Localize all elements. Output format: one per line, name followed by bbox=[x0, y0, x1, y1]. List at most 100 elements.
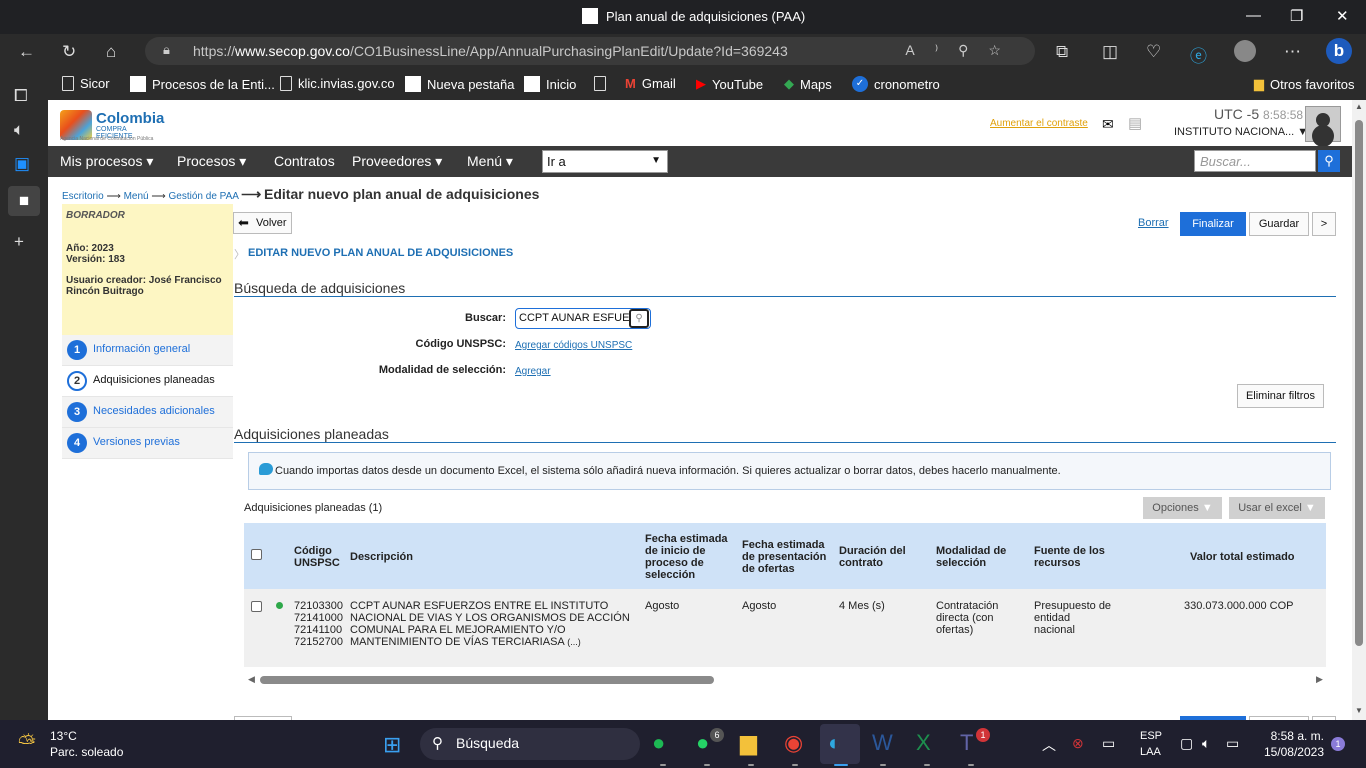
col-source[interactable]: Fuente de los recursos bbox=[1034, 545, 1114, 569]
read-aloud-icon[interactable]: 🔈︎ bbox=[14, 120, 24, 140]
close-icon[interactable]: ✕ bbox=[1336, 7, 1349, 25]
notification-badge[interactable]: 1 bbox=[1331, 737, 1345, 751]
fav-youtube[interactable]: ▶ YouTube bbox=[696, 76, 763, 92]
language-indicator[interactable]: ESP bbox=[1140, 730, 1162, 742]
save-button[interactable]: Guardar bbox=[1249, 212, 1309, 236]
volume-icon[interactable]: 🔈︎ bbox=[1202, 735, 1210, 752]
finish-button[interactable]: Finalizar bbox=[1180, 212, 1246, 236]
menu-contratos[interactable]: Contratos bbox=[274, 153, 335, 169]
delete-link[interactable]: Borrar bbox=[1138, 217, 1169, 229]
fav-gmail[interactable]: M Gmail bbox=[625, 76, 676, 91]
network-icon[interactable]: ▢ bbox=[1180, 735, 1193, 752]
fav-otros[interactable]: ▆ Otros favoritos bbox=[1254, 76, 1355, 92]
back-icon[interactable]: ← bbox=[18, 42, 35, 62]
fav-sicor[interactable]: Sicor bbox=[62, 76, 110, 91]
language-layout[interactable]: LAA bbox=[1140, 746, 1161, 758]
menu-procesos[interactable]: Procesos ▾ bbox=[177, 153, 246, 170]
weather-icon[interactable]: ⛅︎ bbox=[18, 730, 36, 756]
crumb-gestion-paa[interactable]: Gestión de PAA bbox=[169, 191, 239, 202]
back-button[interactable]: ⬅ Volver bbox=[233, 212, 292, 234]
avatar[interactable] bbox=[1305, 106, 1341, 142]
profile-icon[interactable] bbox=[1234, 40, 1256, 62]
menu-proveedores[interactable]: Proveedores ▾ bbox=[352, 153, 442, 170]
fav-klic[interactable]: klic.invias.gov.co bbox=[280, 76, 395, 91]
keyboard-icon[interactable]: ▭ bbox=[1102, 735, 1115, 752]
url-action-icons[interactable]: A⁾⚲☆ bbox=[905, 42, 1021, 59]
active-tab-icon[interactable]: ■ bbox=[8, 186, 40, 216]
col-offer-date[interactable]: Fecha estimada de presentación de oferta… bbox=[742, 539, 832, 575]
options-button[interactable]: Opciones ▼ bbox=[1143, 497, 1222, 519]
row-checkbox[interactable] bbox=[251, 601, 262, 612]
scroll-thumb[interactable] bbox=[260, 676, 714, 684]
add-unspsc-link[interactable]: Agregar códigos UNSPSC bbox=[515, 340, 632, 351]
home-icon[interactable]: ⌂ bbox=[106, 42, 116, 62]
outlook-icon[interactable]: ▣ bbox=[14, 154, 30, 174]
weather-desc[interactable]: Parc. soleado bbox=[50, 745, 123, 759]
mail-icon[interactable]: ✉ bbox=[1102, 116, 1114, 133]
more-link[interactable]: (...) bbox=[567, 637, 581, 647]
whatsapp-icon[interactable]: ● bbox=[696, 730, 709, 756]
horizontal-scrollbar[interactable]: ◀ ▶ bbox=[244, 672, 1326, 688]
select-all-checkbox[interactable] bbox=[251, 549, 262, 560]
fav-nueva-pestana[interactable]: Nueva pestaña bbox=[405, 76, 514, 92]
minimize-icon[interactable]: — bbox=[1246, 7, 1261, 24]
extensions-icon[interactable]: ⧉ bbox=[1056, 42, 1068, 62]
use-excel-button[interactable]: Usar el excel ▼ bbox=[1229, 497, 1325, 519]
goto-select[interactable]: Ir a ▼ bbox=[542, 150, 668, 173]
col-value[interactable]: Valor total estimado bbox=[1190, 551, 1295, 563]
col-code[interactable]: Código UNSPSC bbox=[294, 545, 344, 569]
fav-cronometro[interactable]: ✓ cronometro bbox=[852, 76, 940, 92]
col-description[interactable]: Descripción bbox=[350, 551, 413, 563]
add-icon[interactable]: + bbox=[14, 232, 24, 252]
restore-icon[interactable]: ❐ bbox=[1290, 7, 1303, 25]
word-icon[interactable]: W bbox=[872, 730, 893, 756]
chrome-icon[interactable]: ◉ bbox=[784, 730, 803, 756]
fav-inicio[interactable]: Inicio bbox=[524, 76, 576, 92]
bing-icon[interactable]: b bbox=[1326, 38, 1352, 64]
menu-menu[interactable]: Menú ▾ bbox=[467, 153, 513, 170]
taskbar-search[interactable]: ⚲ Búsqueda bbox=[420, 728, 640, 760]
institution-selector[interactable]: INSTITUTO NACIONA... ▼ bbox=[1174, 126, 1308, 138]
add-modality-link[interactable]: Agregar bbox=[515, 366, 551, 377]
scroll-up-icon[interactable]: ▲ bbox=[1355, 102, 1363, 111]
increase-contrast-link[interactable]: Aumentar el contraste bbox=[990, 118, 1088, 129]
fav-procesos[interactable]: Procesos de la Enti... bbox=[130, 76, 275, 92]
reload-icon[interactable]: ↻ bbox=[62, 42, 76, 62]
table-row[interactable]: 72103300 72141000 72141100 72152700 CCPT… bbox=[244, 589, 1326, 667]
fav-blank[interactable] bbox=[594, 76, 606, 91]
health-icon[interactable]: ♡ bbox=[1146, 42, 1161, 62]
crumb-escritorio[interactable]: Escritorio bbox=[62, 191, 104, 202]
menu-mis-procesos[interactable]: Mis procesos ▾ bbox=[60, 153, 153, 170]
clock-time[interactable]: 8:58 a. m. bbox=[1262, 729, 1324, 743]
notes-icon[interactable]: ▤ bbox=[1128, 114, 1142, 132]
tabs-icon[interactable]: ⧠ bbox=[14, 86, 28, 106]
crumb-menu[interactable]: Menú bbox=[124, 191, 149, 202]
chevron-up-icon[interactable]: ︿ bbox=[1042, 735, 1056, 755]
ie-mode-icon[interactable]: ⓔ bbox=[1190, 42, 1207, 67]
split-screen-icon[interactable]: ◫ bbox=[1102, 42, 1118, 62]
step-informacion-general[interactable]: 1 Información general bbox=[62, 335, 233, 366]
battery-icon[interactable]: ▭ bbox=[1226, 735, 1239, 752]
scroll-thumb[interactable] bbox=[1355, 120, 1363, 646]
security-icon[interactable]: ⊗ bbox=[1072, 735, 1084, 752]
clock-date[interactable]: 15/08/2023 bbox=[1254, 745, 1324, 759]
more-menu-icon[interactable]: ⋯ bbox=[1284, 42, 1301, 62]
teams-icon[interactable]: T bbox=[960, 730, 973, 756]
col-start-date[interactable]: Fecha estimada de inicio de proceso de s… bbox=[645, 533, 735, 581]
clear-filters-button[interactable]: Eliminar filtros bbox=[1237, 384, 1324, 408]
fav-maps[interactable]: ◆ Maps bbox=[784, 76, 832, 92]
more-button[interactable]: > bbox=[1312, 212, 1336, 236]
start-icon[interactable]: ⊞ bbox=[383, 732, 401, 758]
step-necesidades-adicionales[interactable]: 3 Necesidades adicionales bbox=[62, 397, 233, 428]
search-icon[interactable]: ⚲ bbox=[1318, 150, 1340, 172]
edge-icon[interactable]: ◐ bbox=[828, 730, 841, 756]
step-versiones-previas[interactable]: 4 Versiones previas bbox=[62, 428, 233, 459]
url-field[interactable]: 🔒︎ https://www.secop.gov.co/CO1BusinessL… bbox=[145, 37, 1035, 65]
scroll-left-icon[interactable]: ◀ bbox=[248, 674, 255, 685]
scroll-down-icon[interactable]: ▼ bbox=[1355, 706, 1363, 715]
spotify-icon[interactable]: ● bbox=[652, 730, 665, 756]
excel-icon[interactable]: X bbox=[916, 730, 931, 756]
global-search-input[interactable]: Buscar... bbox=[1194, 150, 1316, 172]
col-duration[interactable]: Duración del contrato bbox=[839, 545, 919, 569]
col-modality[interactable]: Modalidad de selección bbox=[936, 545, 1016, 569]
